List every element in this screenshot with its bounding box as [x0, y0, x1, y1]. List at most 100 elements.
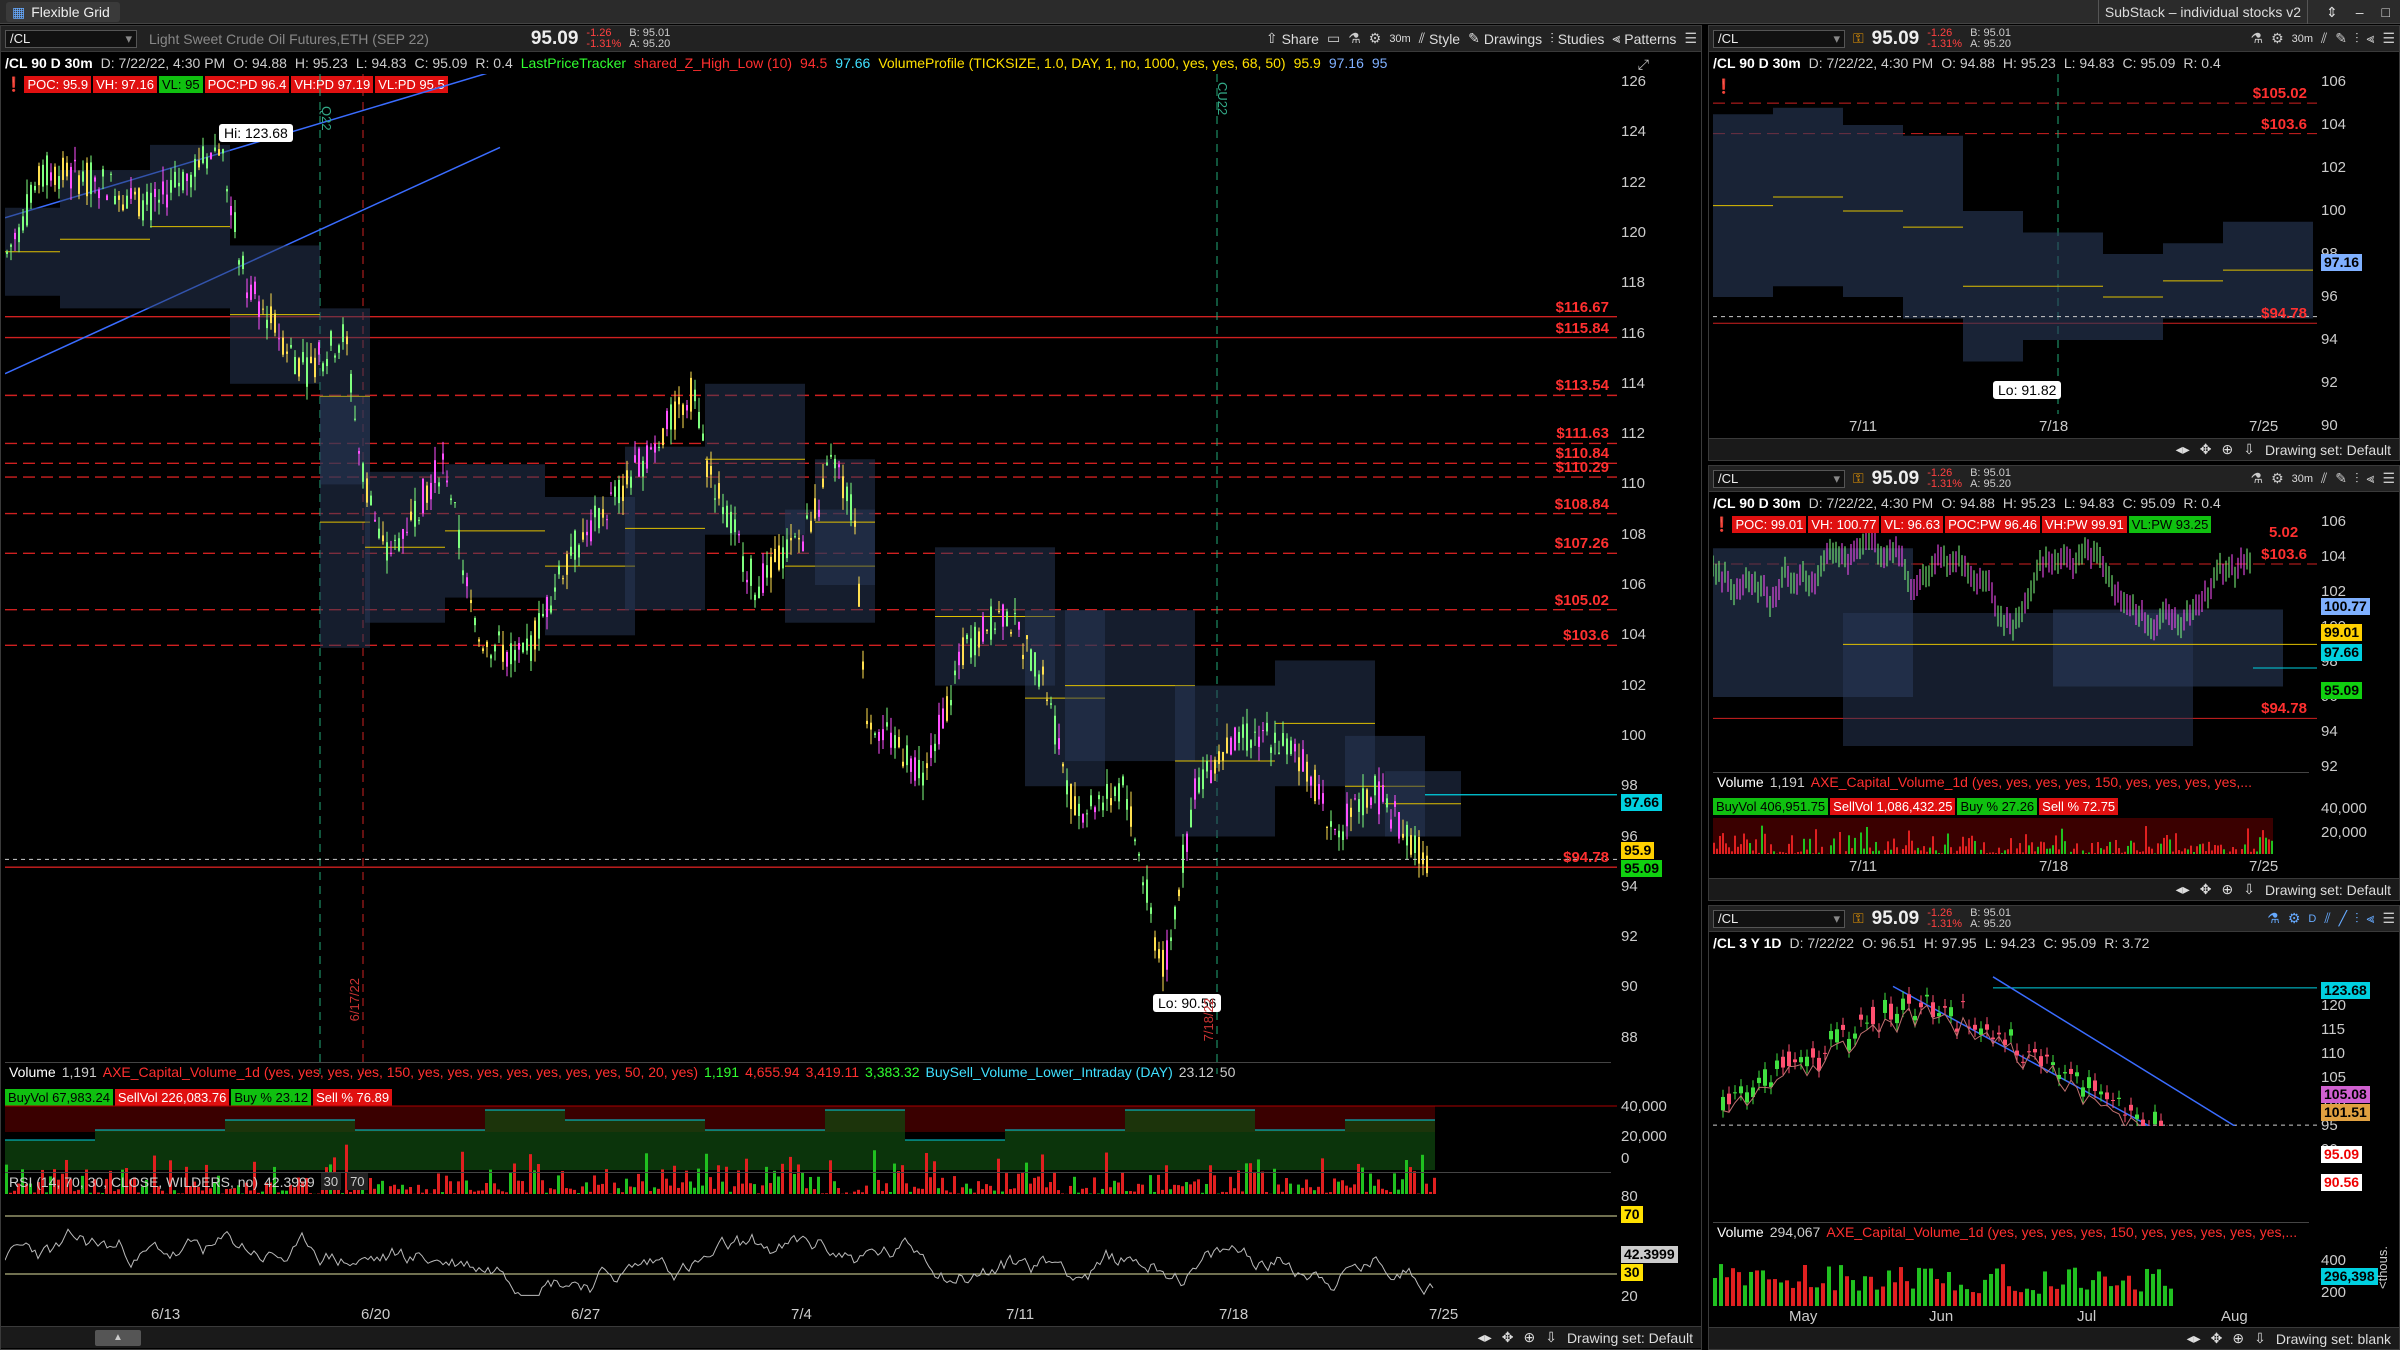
studies-button[interactable]: ⫶ Studies	[1550, 30, 1604, 47]
study-volume-profile[interactable]: VolumeProfile (TICKSIZE, 1.0, DAY, 1, no…	[878, 55, 1285, 71]
minimize-button[interactable]: –	[2356, 4, 2364, 20]
main-price-chart[interactable]	[5, 74, 1617, 1086]
p3-volume-bar	[2124, 851, 2126, 854]
expand-icon[interactable]: ⤢	[1638, 56, 1649, 73]
p3-volume-bar	[2115, 839, 2117, 854]
p2-drawing-set[interactable]: Drawing set: Default	[2265, 442, 2391, 458]
p3-axe-study[interactable]: AXE_Capital_Volume_1d (yes, yes, yes, ye…	[1811, 774, 2252, 790]
p3-symbol-input[interactable]: /CL ▾	[1713, 469, 1845, 488]
studies-icon[interactable]: ⫶	[2355, 470, 2359, 487]
p4-candle-body	[1961, 1001, 1965, 1003]
drawing-set-icon[interactable]: ⇩	[2243, 441, 2255, 458]
studies-icon[interactable]: ⫶	[2355, 30, 2359, 47]
crosshair-icon[interactable]: ✥	[2200, 441, 2212, 458]
p4-candle-body	[1859, 1014, 1863, 1020]
menu-icon[interactable]: ☰	[2382, 30, 2395, 47]
flask-icon[interactable]: ⚗	[2251, 30, 2264, 47]
candle-body	[522, 642, 524, 653]
zoom-icon[interactable]: ⊕	[2221, 441, 2233, 458]
zoom-icon[interactable]: ⊕	[1523, 1329, 1535, 1346]
zoom-icon[interactable]: ⊕	[2221, 881, 2233, 898]
zoom-icon[interactable]: ⊕	[2232, 1330, 2244, 1347]
link-icon[interactable]: ⚿	[1853, 30, 1864, 47]
scroll-arrows-icon[interactable]: ◂▸	[2176, 881, 2190, 898]
rsi-title[interactable]: RSI (14, 70, 30, CLOSE, WILDERS, no)	[9, 1174, 258, 1190]
p3-volume-bar	[1767, 853, 1769, 854]
p3-drawing-set[interactable]: Drawing set: Default	[2265, 882, 2391, 898]
drawing-set-label[interactable]: Drawing set: Default	[1567, 1330, 1693, 1346]
crosshair-icon[interactable]: ✥	[2200, 881, 2212, 898]
p4-timeframe[interactable]: D	[2308, 913, 2316, 925]
pencil-icon[interactable]: ✎	[2335, 30, 2347, 47]
style-icon[interactable]: ⫽	[2321, 30, 2327, 47]
study-z-high-low[interactable]: shared_Z_High_Low (10)	[634, 55, 792, 71]
p2-timeframe[interactable]: 30m	[2292, 33, 2313, 45]
p3-volume-chart[interactable]	[1713, 790, 2317, 856]
p3-volume-bar	[2049, 848, 2051, 854]
patterns-icon[interactable]: ⫷	[2367, 470, 2375, 487]
p4-volume-chart[interactable]	[1713, 1240, 2317, 1306]
gear-icon[interactable]: ⚙	[2271, 470, 2284, 487]
compare-icon[interactable]: ▭	[1327, 30, 1340, 47]
menu-icon[interactable]: ☰	[2382, 910, 2395, 927]
buysell-study[interactable]: BuySell_Volume_Lower_Intraday (DAY)	[926, 1064, 1173, 1080]
p3-price-chart[interactable]	[1713, 514, 2317, 760]
patterns-button[interactable]: ⫷ Patterns	[1612, 30, 1676, 47]
scroll-arrows-icon[interactable]: ◂▸	[2187, 1330, 2201, 1347]
p3-volume-bar	[1893, 838, 1895, 854]
app-tab[interactable]: ▦ Flexible Grid	[6, 2, 120, 22]
p2-axis-label: 94	[2321, 331, 2338, 348]
share-button[interactable]: ⇧ Share	[1266, 30, 1319, 47]
p4-candle-body	[2069, 1068, 2073, 1075]
line-tool-icon[interactable]: ╱	[2339, 910, 2347, 927]
menu-icon[interactable]: ☰	[1684, 30, 1697, 47]
scroll-handle[interactable]: ▲	[95, 1330, 141, 1346]
flask-icon[interactable]: ⚗	[1348, 30, 1361, 47]
link-icon[interactable]: ⚿	[1853, 910, 1864, 927]
p4-symbol-input[interactable]: /CL ▾	[1713, 909, 1845, 928]
crosshair-icon[interactable]: ✥	[2211, 1330, 2223, 1347]
study-last-price-tracker[interactable]: LastPriceTracker	[521, 55, 626, 71]
gear-icon[interactable]: ⚙	[1369, 30, 1382, 47]
workspace-name[interactable]: SubStack – individual stocks v2	[2097, 0, 2308, 24]
rsi-chart[interactable]	[5, 1192, 1617, 1316]
drawing-set-icon[interactable]: ⇩	[2243, 881, 2255, 898]
daily-volume-bar	[565, 1120, 705, 1170]
pencil-icon[interactable]: ✎	[2335, 470, 2347, 487]
drawing-set-icon[interactable]: ⇩	[2254, 1330, 2266, 1347]
scroll-arrows-icon[interactable]: ◂▸	[2176, 441, 2190, 458]
p4-drawing-set[interactable]: Drawing set: blank	[2276, 1331, 2391, 1347]
alert-icon[interactable]: ❗	[1713, 516, 1730, 533]
p3-volume-bar	[1713, 842, 1715, 854]
gear-icon[interactable]: ⚙	[2288, 910, 2301, 927]
maximize-button[interactable]: □	[2382, 4, 2390, 20]
p3-volume-bar	[1728, 847, 1730, 854]
p4-price-chart[interactable]	[1713, 954, 2317, 1126]
flask-icon[interactable]: ⚗	[2267, 910, 2280, 927]
price-axis-label: 122	[1621, 173, 1647, 191]
patterns-icon[interactable]: ⫷	[2367, 910, 2375, 927]
candle-body	[978, 631, 980, 648]
drawings-button[interactable]: ✎ Drawings	[1468, 30, 1542, 47]
style-icon[interactable]: ⫽	[2321, 470, 2327, 487]
link-icon[interactable]: ⚿	[1853, 470, 1864, 487]
studies-icon[interactable]: ⫶	[2355, 910, 2359, 927]
axe-volume-study[interactable]: AXE_Capital_Volume_1d (yes, yes, yes, ye…	[103, 1064, 698, 1080]
style-icon[interactable]: ⫽	[2324, 910, 2330, 927]
p2-symbol-input[interactable]: /CL ▾	[1713, 29, 1845, 48]
workspace-dropdown-icon[interactable]: ⇕	[2326, 4, 2338, 21]
p3-timeframe[interactable]: 30m	[2292, 473, 2313, 485]
symbol-input[interactable]: /CL ▾	[5, 29, 137, 48]
menu-icon[interactable]: ☰	[2382, 470, 2395, 487]
flask-icon[interactable]: ⚗	[2251, 470, 2264, 487]
p2-price-chart[interactable]	[1713, 74, 2317, 430]
drawing-set-icon[interactable]: ⇩	[1545, 1329, 1557, 1346]
p4-axe-study[interactable]: AXE_Capital_Volume_1d (yes, yes, yes, ye…	[1826, 1224, 2297, 1240]
patterns-icon[interactable]: ⫷	[2367, 30, 2375, 47]
style-button[interactable]: ⫽ Style	[1419, 30, 1460, 47]
crosshair-icon[interactable]: ✥	[1502, 1329, 1514, 1346]
timeframe-button[interactable]: 30m	[1389, 33, 1410, 45]
scroll-arrows-icon[interactable]: ◂▸	[1478, 1329, 1492, 1346]
gear-icon[interactable]: ⚙	[2271, 30, 2284, 47]
p3-volume-bar	[2133, 842, 2135, 854]
